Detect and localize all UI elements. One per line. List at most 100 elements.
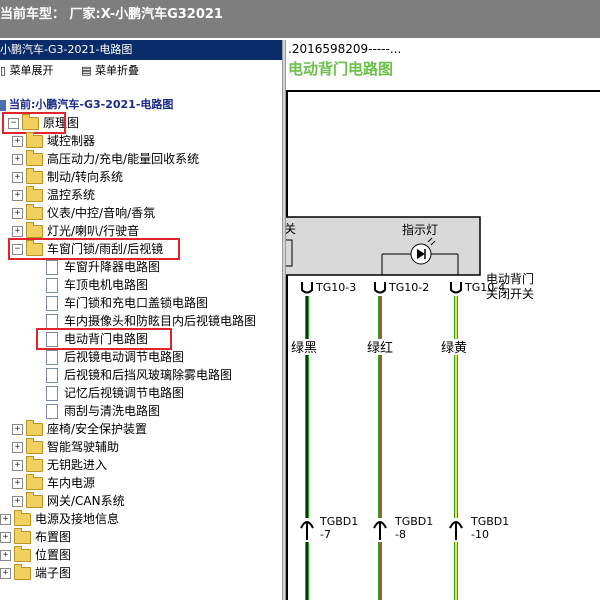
tree-item-label: 无钥匙进入: [47, 458, 108, 472]
connector-pin: -8: [395, 528, 406, 541]
doc-item[interactable]: 车窗升降器电路图: [46, 258, 160, 276]
expand-menu-label: 菜单展开: [9, 64, 54, 77]
expand-icon[interactable]: +: [12, 496, 23, 507]
vehicle-model-label: 当前车型： 厂家:X-小鹏汽车G32021: [0, 7, 223, 22]
tree-item[interactable]: + 温控系统: [12, 186, 95, 204]
document-icon: [46, 296, 58, 311]
document-viewer: .2016598209-----... 电动背门电路图 关 指示灯 电动背门 关…: [286, 40, 600, 600]
doc-item[interactable]: 后视镜电动调节电路图: [46, 348, 184, 366]
document-icon: [46, 368, 58, 383]
wire-stripe-lower-2: [379, 542, 381, 600]
doc-item[interactable]: 后视镜和后挡风玻璃除雾电路图: [46, 366, 232, 384]
tree-item-label: 座椅/安全保护装置: [47, 422, 148, 436]
current-doc-label: 当前:小鹏汽车-G3-2021-电路图: [9, 98, 174, 111]
folder-icon: [26, 150, 43, 166]
doc-item-label: 车内摄像头和防眩目内后视镜电路图: [64, 314, 257, 328]
expand-icon[interactable]: +: [12, 478, 23, 489]
folder-icon: [14, 546, 31, 562]
expand-icon[interactable]: +: [0, 532, 11, 543]
pin-label: TG10-4: [464, 281, 505, 294]
tree-item-label: 高压动力/充电/能量回收系统: [47, 152, 200, 166]
wire-stripe-lower-1: [306, 542, 308, 600]
top-level-item[interactable]: + 位置图: [0, 546, 71, 564]
expand-icon[interactable]: +: [12, 136, 23, 147]
tree-item-label: 仪表/中控/音响/香氛: [47, 206, 156, 220]
expand-icon[interactable]: +: [12, 424, 23, 435]
expand-icon[interactable]: +: [12, 190, 23, 201]
connector-tgbd1-7: TGBD1 -7: [300, 515, 358, 541]
expand-icon[interactable]: +: [12, 154, 23, 165]
tree-item-label: 端子图: [35, 566, 72, 580]
pin-connector-2: TG10-2: [374, 281, 429, 294]
expand-icon[interactable]: +: [12, 442, 23, 453]
circuit-diagram: 关 指示灯 电动背门 关闭开关 TG10-3 TG10-2 TG10-4 绿黑 …: [286, 216, 534, 600]
tree-item[interactable]: + 高压动力/充电/能量回收系统: [12, 150, 199, 168]
doc-item[interactable]: 车门锁和充电口盖锁电路图: [46, 294, 208, 312]
wire-stripe-yellow: [455, 296, 457, 524]
book-icon: [0, 99, 6, 111]
tree-item[interactable]: + 网关/CAN系统: [12, 492, 125, 510]
wire-stripe-red: [379, 296, 381, 524]
highlight-box-window-lock: [8, 238, 180, 260]
expand-icon[interactable]: +: [0, 568, 11, 579]
expand-icon[interactable]: +: [0, 514, 11, 525]
doc-item[interactable]: 记忆后视镜调节电路图: [46, 384, 184, 402]
doc-item-label: 记忆后视镜调节电路图: [64, 386, 185, 400]
tree-item-label: 制动/转向系统: [47, 170, 124, 184]
component-fragment-text: 关: [286, 222, 296, 236]
collapse-menu-button[interactable]: ▤ 菜单折叠: [81, 61, 151, 81]
doc-item-label: 后视镜和后挡风玻璃除雾电路图: [64, 368, 233, 382]
expand-icon[interactable]: +: [12, 172, 23, 183]
folder-icon: [26, 438, 43, 454]
expand-icon[interactable]: +: [0, 550, 11, 561]
connector-tgbd1-8: TGBD1 -8: [373, 515, 433, 541]
connector-pin: -10: [471, 528, 489, 541]
expand-icon[interactable]: +: [12, 226, 23, 237]
doc-item-label: 车顶电机电路图: [64, 278, 149, 292]
doc-item[interactable]: 车顶电机电路图: [46, 276, 148, 294]
document-icon: [46, 350, 58, 365]
folder-icon: [26, 132, 43, 148]
tree-item[interactable]: + 域控制器: [12, 132, 95, 150]
indicator-label: 指示灯: [402, 222, 438, 237]
tree-item[interactable]: + 座椅/安全保护装置: [12, 420, 147, 438]
pin-label: TG10-2: [388, 281, 429, 294]
top-level-item[interactable]: + 电源及接地信息: [0, 510, 119, 528]
doc-item-label: 车门锁和充电口盖锁电路图: [64, 296, 209, 310]
tree-item[interactable]: + 智能驾驶辅助: [12, 438, 119, 456]
connector-tgbd1-10: TGBD1 -10: [449, 515, 509, 541]
top-level-item[interactable]: + 布置图: [0, 528, 71, 546]
folder-icon: [26, 168, 43, 184]
expand-menu-button[interactable]: ▯ 菜单展开: [0, 61, 66, 81]
wire-color-label: 绿红: [367, 340, 393, 356]
folder-icon: [14, 564, 31, 580]
expand-icon[interactable]: +: [12, 208, 23, 219]
tree-item[interactable]: + 车内电源: [12, 474, 95, 492]
tree-item-label: 灯光/喇叭/行驶音: [47, 224, 140, 238]
switch-component-box: [286, 216, 481, 276]
connector-label: TGBD1: [319, 515, 358, 528]
tree-item[interactable]: + 仪表/中控/音响/香氛: [12, 204, 155, 222]
folder-icon: [26, 186, 43, 202]
highlight-box-root: [2, 112, 66, 134]
document-title: 电动背门电路图: [288, 60, 394, 78]
tree-item-label: 位置图: [35, 548, 72, 562]
tree-item[interactable]: + 无钥匙进入: [12, 456, 107, 474]
title-bar: 当前车型： 厂家:X-小鹏汽车G32021: [0, 0, 600, 38]
document-icon: [46, 404, 58, 419]
tree-item-label: 智能驾驶辅助: [47, 440, 120, 454]
tree-item-label: 布置图: [35, 530, 72, 544]
document-icon: [46, 260, 58, 275]
doc-item-label: 车窗升降器电路图: [64, 260, 161, 274]
top-level-item[interactable]: + 端子图: [0, 564, 71, 582]
expand-icon[interactable]: +: [12, 460, 23, 471]
folder-icon: [26, 204, 43, 220]
tree-item-label: 网关/CAN系统: [47, 494, 125, 508]
tree-item-label: 域控制器: [47, 134, 96, 148]
pin-connector-1: TG10-3: [301, 281, 356, 294]
folder-icon: [26, 474, 43, 490]
folder-icon: [26, 456, 43, 472]
folder-icon: [26, 222, 43, 238]
tree-item[interactable]: + 制动/转向系统: [12, 168, 123, 186]
doc-item[interactable]: 雨刮与清洗电路图: [46, 402, 160, 420]
